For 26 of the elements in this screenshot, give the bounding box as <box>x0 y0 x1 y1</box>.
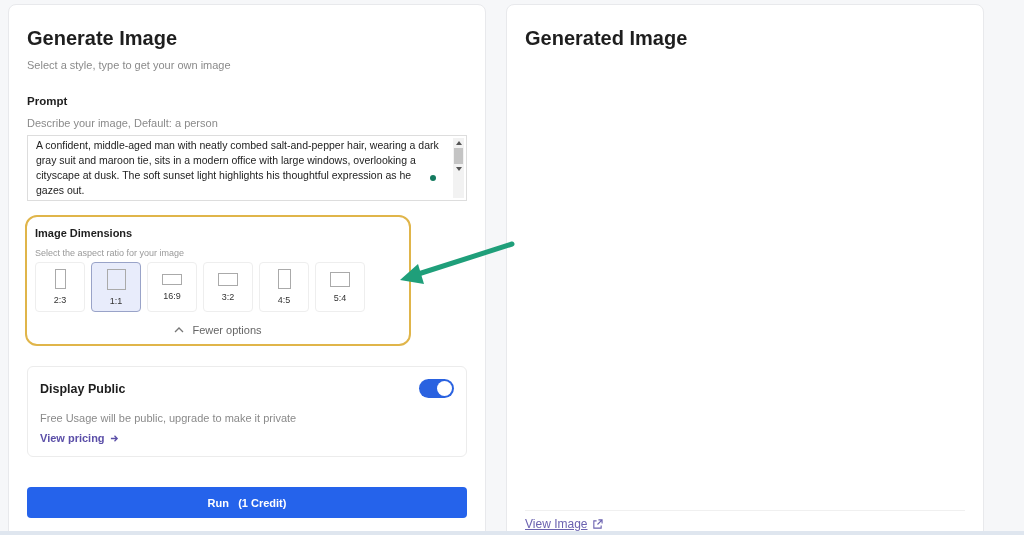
external-link-icon <box>592 518 604 530</box>
panel-title: Display Public <box>40 381 126 396</box>
card-title: Generated Image <box>525 27 689 50</box>
scrollbar[interactable] <box>453 138 464 198</box>
arrow-icon <box>109 433 119 443</box>
aspect-ratio-option[interactable]: 4:5 <box>259 262 309 312</box>
aspect-ratio-option[interactable]: 1:1 <box>91 262 141 312</box>
dimensions-subtitle: Select the aspect ratio for your image <box>35 248 186 258</box>
aspect-ratio-option[interactable]: 3:2 <box>203 262 253 312</box>
aspect-ratio-option[interactable]: 2:3 <box>35 262 85 312</box>
view-pricing-link[interactable]: View pricing <box>40 432 119 444</box>
status-dot <box>430 175 436 181</box>
card-title: Generate Image <box>27 27 179 50</box>
chevron-icon <box>174 327 185 333</box>
prompt-label: Prompt <box>27 95 69 107</box>
toggle-switch[interactable] <box>419 379 454 398</box>
dimensions-title: Image Dimensions <box>35 227 134 239</box>
aspect-ratio-option[interactable]: 5:4 <box>315 262 365 312</box>
run-button[interactable]: Run (1 Credit) <box>27 487 467 518</box>
view-image-link[interactable]: View Image <box>525 517 604 531</box>
fewer-options-button[interactable]: Fewer options <box>170 322 266 338</box>
aspect-ratio-option[interactable]: 16:9 <box>147 262 197 312</box>
prompt-hint: Describe your image, Default: a person <box>27 117 219 129</box>
prompt-field[interactable]: A confident, middle-aged man with neatly combed salt-and-pepper hair, wearing a dark gray suit and maroon tie, sits in a modern office with large windows, overlooking a cityscape at dusk. The soft sunset light highlights his thoughtful expression as he gazes out. <box>27 135 467 201</box>
card-subtitle: Select a style, type to get your own image <box>27 59 232 71</box>
panel-note: Free Usage will be public, upgrade to make it private <box>40 412 298 424</box>
